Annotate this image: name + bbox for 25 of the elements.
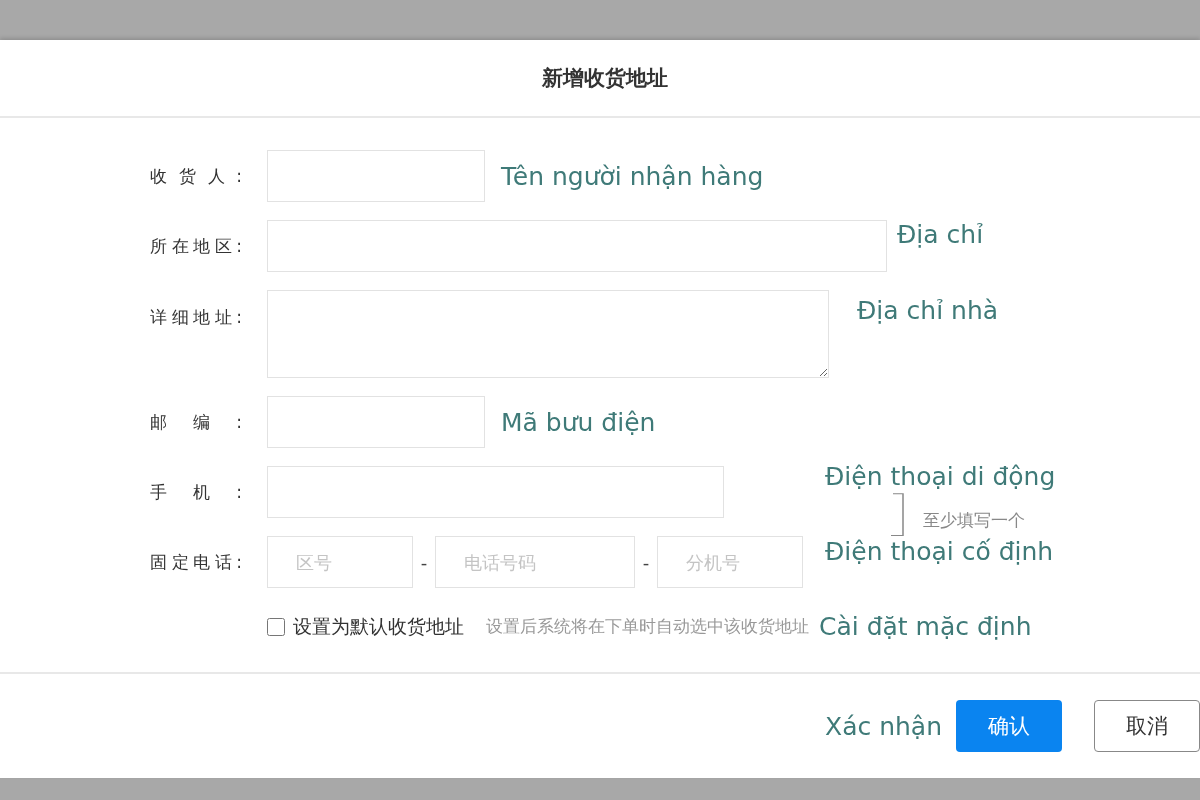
field-label: 固定电话: [150,550,242,574]
annotation: Tên người nhận hàng [501,161,764,191]
field-label: 详细地址: [150,306,242,329]
input-field[interactable]: 电话号码 [435,536,635,588]
hint-text: 设置后系统将在下单时自动选中该收货地址 [486,615,809,638]
separator-text: - [419,551,429,573]
dialog-title: 新增收货地址 [542,65,668,92]
annotation: Địa chỉ [897,220,984,249]
separator-text: - [641,551,651,573]
field-label: 手机: [150,480,242,504]
annotation: Địa chỉ nhà [857,296,999,325]
checkbox-label[interactable]: 设置为默认收货地址 [293,613,464,640]
confirm-button[interactable]: 确认 [956,700,1062,752]
cancel-button[interactable]: 取消 [1094,700,1200,752]
annotation: Điện thoại di động [825,462,1056,491]
field-label: 所在地区: [150,234,242,258]
annotation: Cài đặt mặc định [819,612,1032,641]
annotation: Điện thoại cố định [825,537,1055,566]
hint-text: 至少填写一个 [923,509,1025,532]
field-label: 邮编: [150,410,242,434]
input-field[interactable]: 区号 [267,536,413,588]
field-label: 收货人: [150,164,242,188]
annotation: Xác nhận [825,711,942,741]
input-field[interactable]: 分机号 [657,536,803,588]
annotation: Mã bưu điện [501,407,656,437]
